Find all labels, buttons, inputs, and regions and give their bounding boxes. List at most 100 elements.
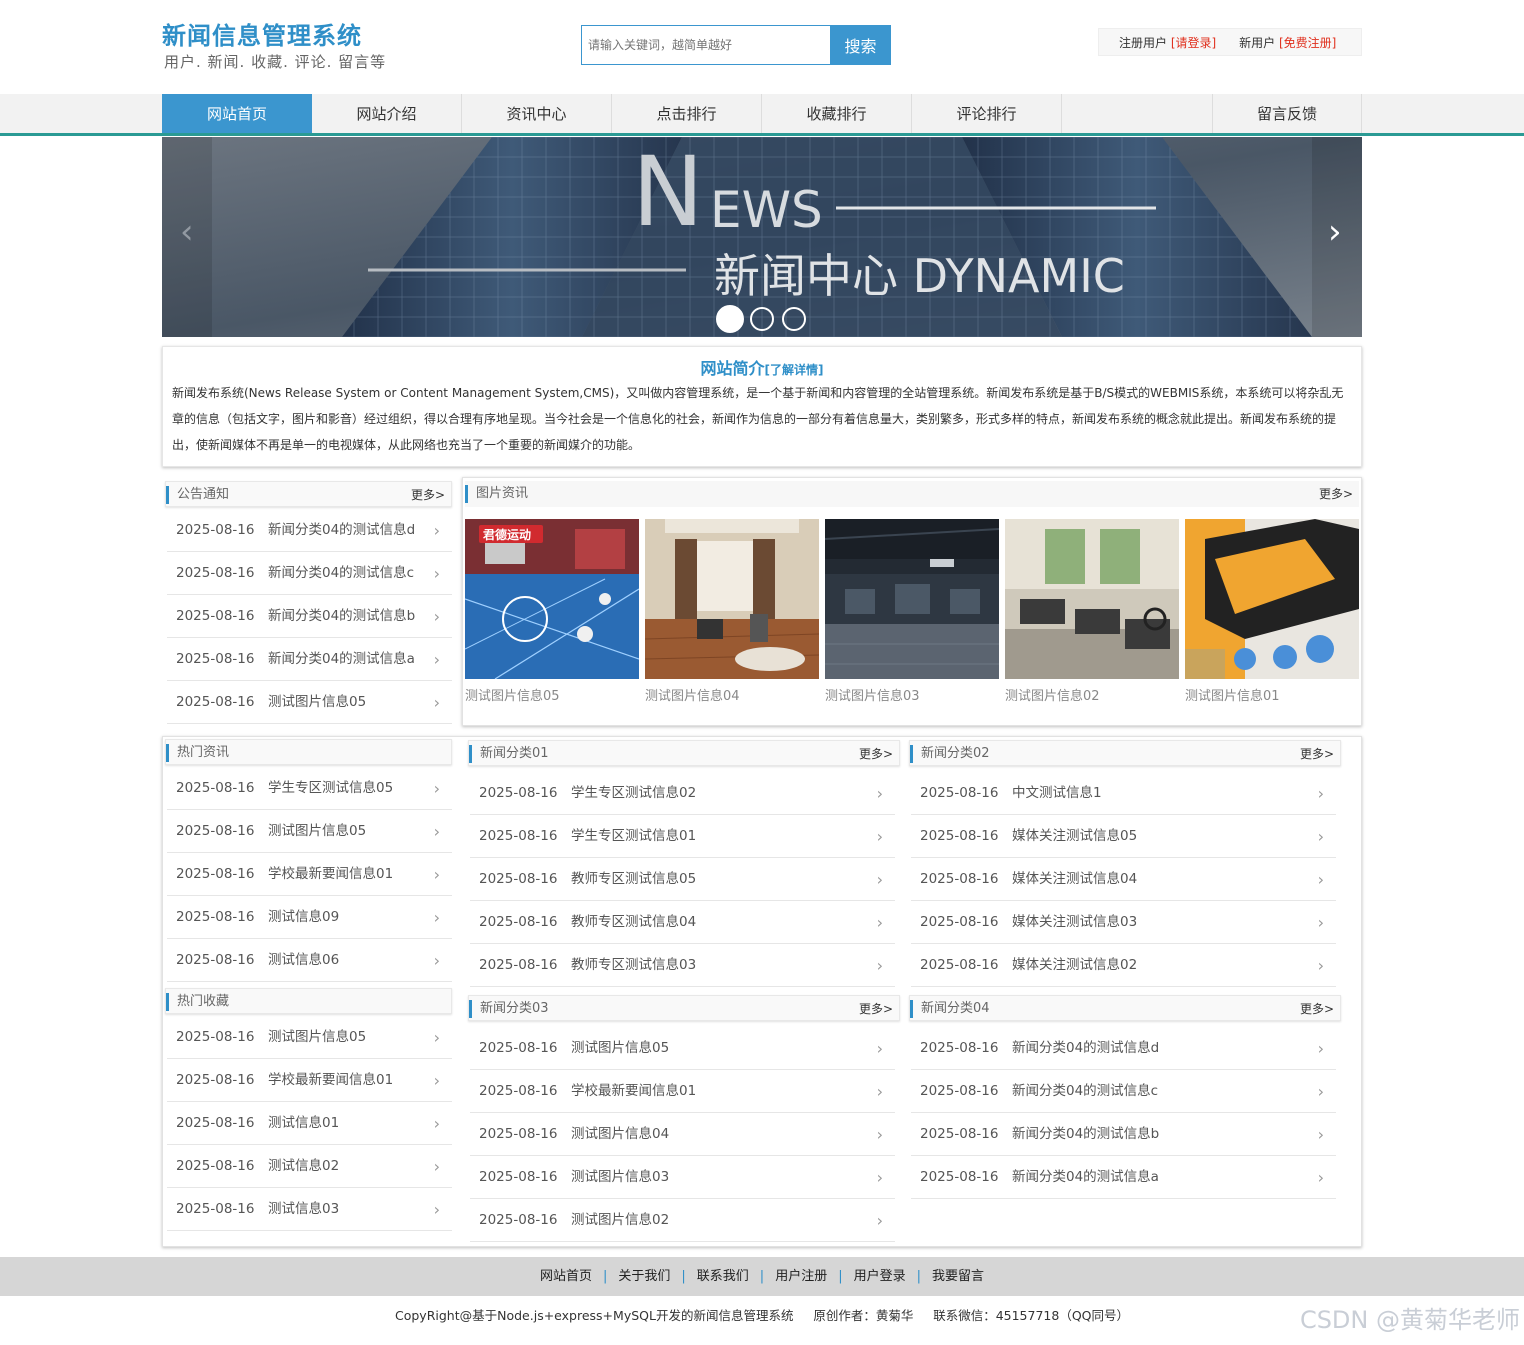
intro-more-link[interactable]: [了解详情] xyxy=(765,363,824,377)
row-title[interactable]: 学生专区测试信息01 xyxy=(571,815,696,858)
search-button[interactable]: 搜索 xyxy=(830,25,891,65)
category-03-row[interactable]: 2025-08-16 学校最新要闻信息01 › xyxy=(470,1070,895,1113)
category-02-more-link[interactable]: 更多> xyxy=(1300,741,1334,767)
picture-item-1[interactable]: 君德运动 测试图片信息05 xyxy=(465,519,639,704)
hot-news-row[interactable]: 2025-08-16 测试信息06 › xyxy=(167,939,452,982)
category-03-row[interactable]: 2025-08-16 测试图片信息05 › xyxy=(470,1027,895,1070)
notice-row[interactable]: 2025-08-16 新闻分类04的测试信息d › xyxy=(167,509,452,552)
row-title[interactable]: 学生专区测试信息05 xyxy=(268,767,393,810)
row-title[interactable]: 教师专区测试信息03 xyxy=(571,944,696,987)
nav-click-rank[interactable]: 点击排行 xyxy=(612,94,762,133)
row-title[interactable]: 新闻分类04的测试信息c xyxy=(1012,1070,1158,1113)
row-title[interactable]: 新闻分类04的测试信息b xyxy=(268,595,415,638)
category-02-row[interactable]: 2025-08-16 媒体关注测试信息03 › xyxy=(911,901,1336,944)
row-title[interactable]: 测试图片信息02 xyxy=(571,1199,669,1242)
picture-thumb-3[interactable] xyxy=(825,519,999,679)
category-02-row[interactable]: 2025-08-16 中文测试信息1 › xyxy=(911,772,1336,815)
row-title[interactable]: 媒体关注测试信息03 xyxy=(1012,901,1137,944)
row-title[interactable]: 新闻分类04的测试信息c xyxy=(268,552,414,595)
category-04-row[interactable]: 2025-08-16 新闻分类04的测试信息c › xyxy=(911,1070,1336,1113)
row-title[interactable]: 媒体关注测试信息02 xyxy=(1012,944,1137,987)
category-01-more-link[interactable]: 更多> xyxy=(859,741,893,767)
picture-caption[interactable]: 测试图片信息04 xyxy=(645,685,819,704)
row-title[interactable]: 中文测试信息1 xyxy=(1012,772,1102,815)
nav-home[interactable]: 网站首页 xyxy=(162,94,312,133)
picture-thumb-5[interactable] xyxy=(1185,519,1359,679)
category-03-row[interactable]: 2025-08-16 测试图片信息04 › xyxy=(470,1113,895,1156)
row-title[interactable]: 测试信息03 xyxy=(268,1188,339,1231)
row-title[interactable]: 媒体关注测试信息04 xyxy=(1012,858,1137,901)
category-04-row[interactable]: 2025-08-16 新闻分类04的测试信息d › xyxy=(911,1027,1336,1070)
row-title[interactable]: 测试信息09 xyxy=(268,896,339,939)
row-title[interactable]: 测试图片信息04 xyxy=(571,1113,669,1156)
notice-more-link[interactable]: 更多> xyxy=(411,482,445,508)
row-title[interactable]: 学生专区测试信息02 xyxy=(571,772,696,815)
nav-comment-rank[interactable]: 评论排行 xyxy=(912,94,1062,133)
category-03-row[interactable]: 2025-08-16 测试图片信息03 › xyxy=(470,1156,895,1199)
register-link[interactable]: [免费注册] xyxy=(1279,36,1336,50)
row-title[interactable]: 测试信息02 xyxy=(268,1145,339,1188)
banner-prev-icon[interactable]: ‹ xyxy=(180,212,194,252)
picture-more-link[interactable]: 更多> xyxy=(1319,481,1353,507)
banner-next-icon[interactable]: › xyxy=(1328,212,1342,252)
picture-caption[interactable]: 测试图片信息02 xyxy=(1005,685,1179,704)
row-title[interactable]: 测试信息01 xyxy=(268,1102,339,1145)
hot-news-row[interactable]: 2025-08-16 学生专区测试信息05 › xyxy=(167,767,452,810)
category-01-row[interactable]: 2025-08-16 教师专区测试信息04 › xyxy=(470,901,895,944)
category-04-row[interactable]: 2025-08-16 新闻分类04的测试信息a › xyxy=(911,1156,1336,1199)
row-title[interactable]: 教师专区测试信息05 xyxy=(571,858,696,901)
picture-item-2[interactable]: 测试图片信息04 xyxy=(645,519,819,704)
picture-caption[interactable]: 测试图片信息03 xyxy=(825,685,999,704)
category-02-row[interactable]: 2025-08-16 媒体关注测试信息04 › xyxy=(911,858,1336,901)
row-title[interactable]: 新闻分类04的测试信息a xyxy=(1012,1156,1159,1199)
row-title[interactable]: 新闻分类04的测试信息a xyxy=(268,638,415,681)
banner-dot-1[interactable] xyxy=(716,305,744,333)
hot-news-row[interactable]: 2025-08-16 测试图片信息05 › xyxy=(167,810,452,853)
category-02-row[interactable]: 2025-08-16 媒体关注测试信息05 › xyxy=(911,815,1336,858)
row-title[interactable]: 测试图片信息05 xyxy=(268,810,366,853)
category-02-row[interactable]: 2025-08-16 媒体关注测试信息02 › xyxy=(911,944,1336,987)
category-01-row[interactable]: 2025-08-16 教师专区测试信息05 › xyxy=(470,858,895,901)
picture-thumb-4[interactable] xyxy=(1005,519,1179,679)
picture-item-3[interactable]: 测试图片信息03 xyxy=(825,519,999,704)
row-title[interactable]: 教师专区测试信息04 xyxy=(571,901,696,944)
footer-link-register[interactable]: 用户注册 xyxy=(775,1269,827,1284)
nav-about[interactable]: 网站介绍 xyxy=(312,94,462,133)
hot-fav-row[interactable]: 2025-08-16 测试信息01 › xyxy=(167,1102,452,1145)
row-title[interactable]: 测试信息06 xyxy=(268,939,339,982)
site-title[interactable]: 新闻信息管理系统 xyxy=(162,16,362,51)
footer-link-message[interactable]: 我要留言 xyxy=(932,1269,984,1284)
category-01-row[interactable]: 2025-08-16 学生专区测试信息01 › xyxy=(470,815,895,858)
category-03-row[interactable]: 2025-08-16 测试图片信息02 › xyxy=(470,1199,895,1242)
row-title[interactable]: 测试图片信息05 xyxy=(268,1016,366,1059)
picture-thumb-2[interactable] xyxy=(645,519,819,679)
notice-row[interactable]: 2025-08-16 新闻分类04的测试信息c › xyxy=(167,552,452,595)
nav-fav-rank[interactable]: 收藏排行 xyxy=(762,94,912,133)
row-title[interactable]: 新闻分类04的测试信息d xyxy=(1012,1027,1159,1070)
footer-link-about[interactable]: 关于我们 xyxy=(618,1269,670,1284)
picture-thumb-1[interactable]: 君德运动 xyxy=(465,519,639,679)
row-title[interactable]: 新闻分类04的测试信息b xyxy=(1012,1113,1159,1156)
row-title[interactable]: 学校最新要闻信息01 xyxy=(571,1070,696,1113)
row-title[interactable]: 测试图片信息03 xyxy=(571,1156,669,1199)
category-01-row[interactable]: 2025-08-16 教师专区测试信息03 › xyxy=(470,944,895,987)
row-title[interactable]: 学校最新要闻信息01 xyxy=(268,853,393,896)
nav-news-center[interactable]: 资讯中心 xyxy=(462,94,612,133)
nav-feedback[interactable]: 留言反馈 xyxy=(1212,94,1362,133)
hot-news-row[interactable]: 2025-08-16 学校最新要闻信息01 › xyxy=(167,853,452,896)
notice-row[interactable]: 2025-08-16 新闻分类04的测试信息b › xyxy=(167,595,452,638)
category-01-row[interactable]: 2025-08-16 学生专区测试信息02 › xyxy=(470,772,895,815)
picture-caption[interactable]: 测试图片信息05 xyxy=(465,685,639,704)
row-title[interactable]: 新闻分类04的测试信息d xyxy=(268,509,415,552)
hot-fav-row[interactable]: 2025-08-16 测试信息03 › xyxy=(167,1188,452,1231)
row-title[interactable]: 学校最新要闻信息01 xyxy=(268,1059,393,1102)
footer-link-home[interactable]: 网站首页 xyxy=(540,1269,592,1284)
hot-news-row[interactable]: 2025-08-16 测试信息09 › xyxy=(167,896,452,939)
row-title[interactable]: 测试图片信息05 xyxy=(571,1027,669,1070)
banner-carousel[interactable]: N EWS 新闻中心 DYNAMIC ‹ › xyxy=(162,137,1362,337)
search-input[interactable] xyxy=(581,25,831,65)
login-link[interactable]: [请登录] xyxy=(1171,36,1216,50)
hot-fav-row[interactable]: 2025-08-16 测试信息02 › xyxy=(167,1145,452,1188)
footer-link-login[interactable]: 用户登录 xyxy=(854,1269,906,1284)
picture-item-5[interactable]: 测试图片信息01 xyxy=(1185,519,1359,704)
